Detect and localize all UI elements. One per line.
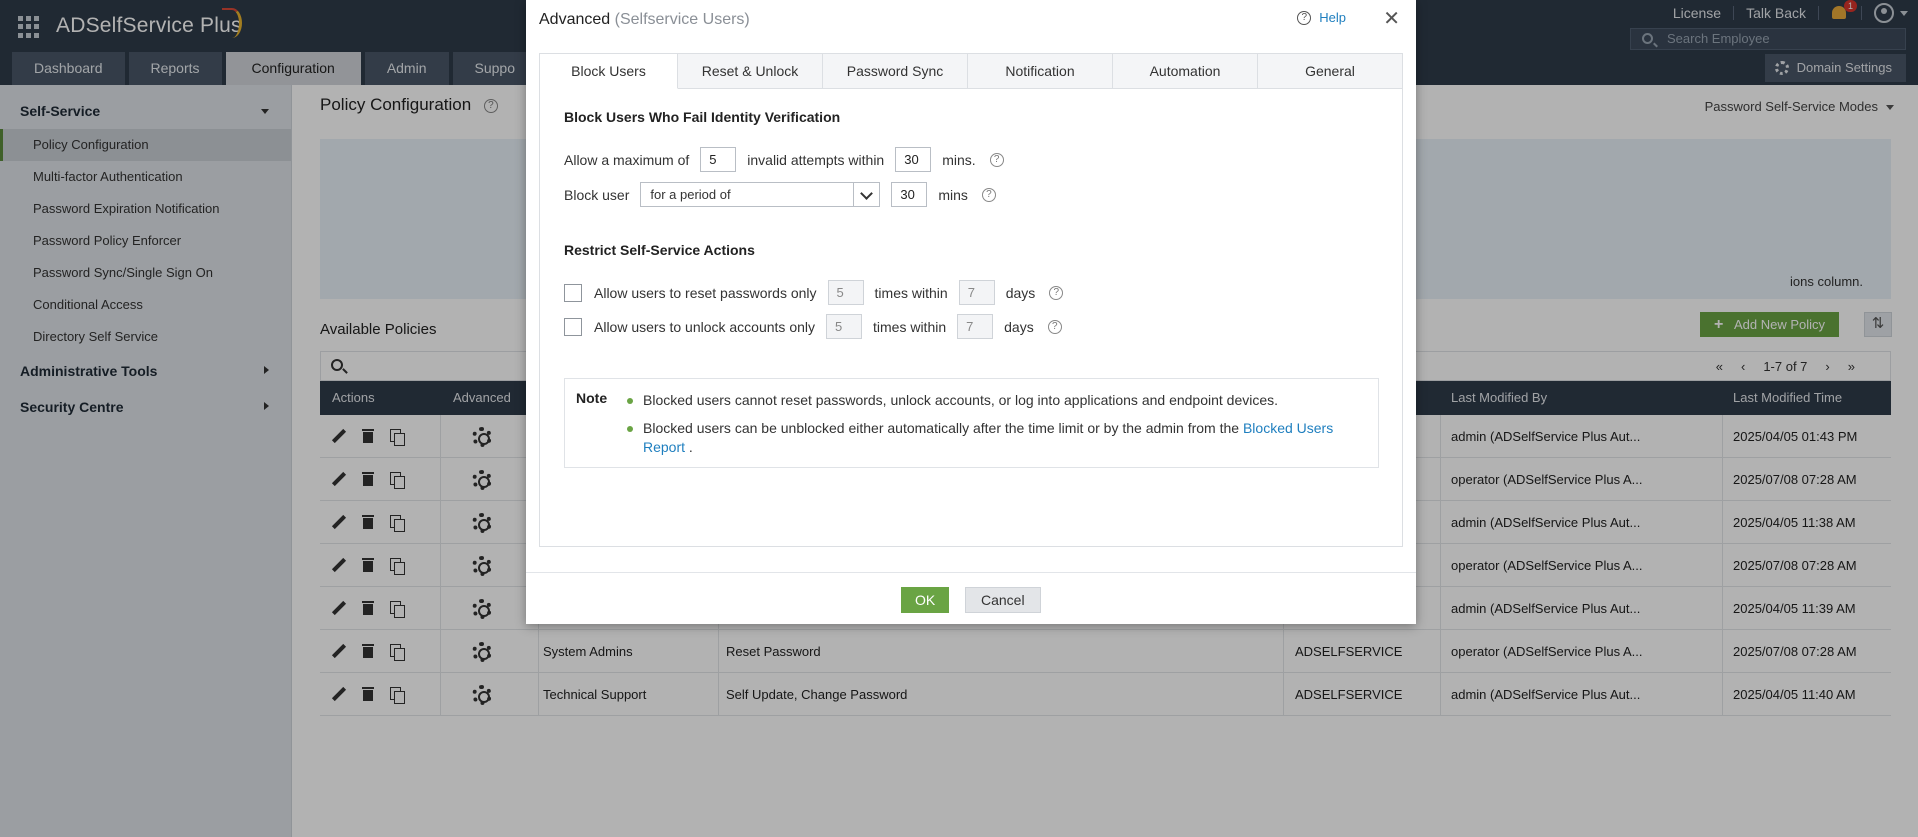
unlock-limit-row: Allow users to unlock accounts only 5 ti…	[564, 314, 1062, 339]
help-icon[interactable]: ?	[1047, 319, 1062, 334]
dialog-subtitle: (Selfservice Users)	[614, 11, 750, 28]
help-icon[interactable]: ?	[981, 187, 996, 202]
dialog-footer: OK Cancel	[526, 572, 1416, 624]
tab-automation[interactable]: Automation	[1113, 54, 1258, 88]
days-label: days	[1004, 318, 1034, 335]
help-icon[interactable]: ?	[1049, 285, 1064, 300]
max-attempts-row: Allow a maximum of 5 invalid attempts wi…	[564, 147, 1004, 172]
dialog-title: Advanced (Selfservice Users)	[539, 11, 750, 29]
mins-label: mins.	[942, 151, 976, 168]
dialog-help-link[interactable]: ? Help	[1297, 10, 1346, 25]
chevron-down-icon	[853, 183, 879, 206]
reset-days-input[interactable]: 7	[958, 280, 995, 305]
note-item: Blocked users can be unblocked either au…	[627, 419, 1363, 457]
times-within-label: times within	[873, 318, 947, 335]
unlock-times-input[interactable]: 5	[826, 314, 862, 339]
block-minutes-input[interactable]: 30	[891, 182, 928, 207]
block-period-select[interactable]: for a period of	[640, 182, 881, 207]
attempts-minutes-input[interactable]: 30	[895, 147, 932, 172]
unlock-days-input[interactable]: 7	[957, 314, 994, 339]
times-within-label: times within	[874, 284, 948, 301]
close-icon[interactable]: ✕	[1383, 6, 1400, 31]
reset-times-input[interactable]: 5	[827, 280, 864, 305]
tab-general[interactable]: General	[1258, 54, 1402, 88]
tab-reset-unlock[interactable]: Reset & Unlock	[678, 54, 823, 88]
block-user-row: Block user for a period of 30 mins ?	[564, 182, 996, 207]
advanced-dialog: Advanced (Selfservice Users) ? Help ✕ Bl…	[526, 0, 1416, 624]
tab-block-users[interactable]: Block Users	[540, 54, 678, 89]
days-label: days	[1005, 284, 1036, 301]
block-user-label: Block user	[564, 186, 630, 203]
note-label: Note	[576, 390, 608, 406]
note-text: Blocked users can be unblocked either au…	[643, 420, 1240, 436]
ok-button[interactable]: OK	[901, 587, 950, 613]
invalid-attempts-label: invalid attempts within	[747, 151, 885, 168]
restrict-actions-heading: Restrict Self-Service Actions	[564, 242, 755, 258]
unlock-limit-checkbox[interactable]	[564, 317, 582, 336]
dialog-tabs: Block Users Reset & Unlock Password Sync…	[540, 54, 1402, 89]
dialog-body: Block Users Reset & Unlock Password Sync…	[539, 53, 1403, 547]
mins-label: mins	[938, 186, 968, 203]
tab-notification[interactable]: Notification	[968, 54, 1113, 88]
cancel-button[interactable]: Cancel	[965, 587, 1041, 613]
note-item: Blocked users cannot reset passwords, un…	[627, 391, 1363, 410]
note-box: Note Blocked users cannot reset password…	[564, 378, 1379, 468]
reset-limit-label: Allow users to reset passwords only	[594, 284, 817, 301]
help-icon: ?	[1297, 10, 1312, 25]
block-period-value: for a period of	[650, 187, 731, 202]
reset-limit-checkbox[interactable]	[564, 283, 582, 302]
tab-password-sync[interactable]: Password Sync	[823, 54, 968, 88]
dialog-title-text: Advanced	[539, 11, 611, 28]
help-icon[interactable]: ?	[989, 152, 1004, 167]
help-label: Help	[1319, 10, 1346, 25]
block-users-heading: Block Users Who Fail Identity Verificati…	[564, 109, 841, 125]
allow-maximum-label: Allow a maximum of	[564, 151, 690, 168]
reset-limit-row: Allow users to reset passwords only 5 ti…	[564, 280, 1064, 305]
max-attempts-input[interactable]: 5	[700, 147, 737, 172]
note-text: .	[688, 439, 693, 455]
unlock-limit-label: Allow users to unlock accounts only	[594, 318, 815, 335]
